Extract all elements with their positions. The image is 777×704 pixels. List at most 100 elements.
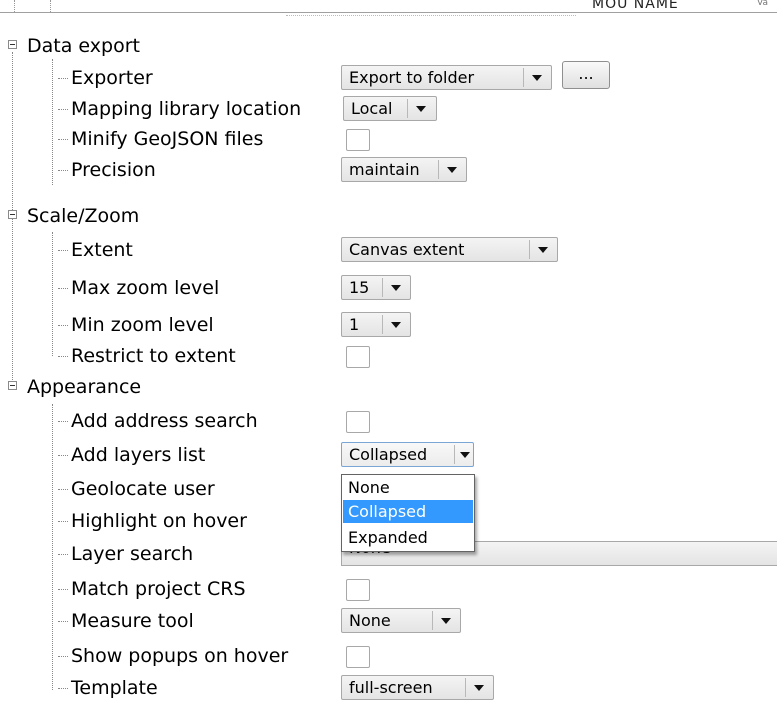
property-label: Match project CRS: [71, 578, 246, 600]
browse-button[interactable]: ...: [562, 61, 610, 89]
tree-item-minify-geojson[interactable]: Minify GeoJSON files: [0, 124, 777, 154]
dropdown-option-none[interactable]: None: [343, 476, 473, 499]
property-label: Layer search: [71, 543, 194, 565]
tree-item-mapping-library-location[interactable]: Mapping library location Local: [0, 94, 777, 124]
combo-separator: [432, 611, 433, 630]
tree-item-template[interactable]: Template full-screen: [0, 673, 777, 703]
popups-hover-checkbox[interactable]: [346, 646, 370, 668]
tree-item-address-search[interactable]: Add address search: [0, 406, 777, 436]
tree-item-exporter[interactable]: Exporter Export to folder ...: [0, 61, 777, 93]
chevron-down-icon[interactable]: [385, 313, 405, 336]
tree-branch: [58, 250, 68, 251]
column-header-value[interactable]: Va: [757, 0, 768, 8]
match-crs-checkbox[interactable]: [346, 579, 370, 601]
max-zoom-combo[interactable]: 15: [341, 275, 411, 300]
tree-item-min-zoom[interactable]: Min zoom level 1: [0, 310, 777, 340]
combo-separator: [529, 240, 530, 259]
collapse-icon[interactable]: [8, 381, 17, 390]
tree-branch: [58, 78, 68, 79]
property-label: Mapping library location: [71, 98, 302, 120]
combo-value: maintain: [349, 160, 420, 179]
property-label: Precision: [71, 159, 156, 181]
group-label: Appearance: [27, 376, 142, 398]
mapping-library-combo[interactable]: Local: [343, 96, 437, 121]
chevron-down-icon[interactable]: [410, 97, 430, 120]
chevron-down-icon[interactable]: [385, 276, 405, 299]
extent-combo[interactable]: Canvas extent: [341, 237, 558, 262]
tree-branch: [58, 356, 68, 357]
combo-value: full-screen: [349, 678, 433, 697]
measure-tool-combo[interactable]: None: [341, 608, 461, 633]
chevron-down-icon[interactable]: [526, 66, 546, 89]
layers-list-dropdown[interactable]: None Collapsed Expanded: [341, 474, 475, 552]
exporter-combo[interactable]: Export to folder: [341, 65, 552, 90]
combo-value: Local: [351, 99, 393, 118]
chevron-down-icon[interactable]: [468, 676, 488, 699]
template-combo[interactable]: full-screen: [341, 675, 494, 700]
property-label: Template: [71, 677, 158, 699]
chevron-down-icon[interactable]: [435, 609, 455, 632]
tree-branch: [58, 325, 68, 326]
tree-group-data-export[interactable]: Data export: [0, 31, 777, 61]
property-label: Add address search: [71, 410, 258, 432]
header-divider: [0, 12, 777, 13]
address-search-checkbox[interactable]: [346, 411, 370, 433]
tree-branch: [58, 288, 68, 289]
group-label: Data export: [27, 35, 140, 57]
property-label: Highlight on hover: [71, 510, 247, 532]
property-label: Minify GeoJSON files: [71, 128, 264, 150]
combo-separator: [438, 160, 439, 179]
tree-item-measure-tool[interactable]: Measure tool None: [0, 606, 777, 636]
restrict-extent-checkbox[interactable]: [346, 346, 370, 368]
property-label: Min zoom level: [71, 314, 214, 336]
splitter-handle[interactable]: [286, 15, 576, 18]
property-label: Restrict to extent: [71, 345, 236, 367]
dropdown-option-expanded[interactable]: Expanded: [343, 526, 473, 549]
combo-value: 15: [349, 278, 370, 297]
chevron-down-icon[interactable]: [441, 158, 461, 181]
property-label: Show popups on hover: [71, 645, 289, 667]
precision-combo[interactable]: maintain: [341, 157, 467, 182]
column-grip: [50, 0, 52, 12]
tree-branch: [58, 170, 68, 171]
property-label: Max zoom level: [71, 277, 220, 299]
combo-separator: [523, 68, 524, 87]
tree-item-extent[interactable]: Extent Canvas extent: [0, 235, 777, 265]
property-label: Geolocate user: [71, 478, 215, 500]
tree-item-match-crs[interactable]: Match project CRS: [0, 574, 777, 604]
tree-item-precision[interactable]: Precision maintain: [0, 155, 777, 185]
tree-branch: [58, 455, 68, 456]
min-zoom-combo[interactable]: 1: [341, 312, 411, 337]
chevron-down-icon[interactable]: [454, 443, 474, 466]
tree-group-appearance[interactable]: Appearance: [0, 372, 777, 402]
combo-separator: [382, 315, 383, 334]
property-label: Add layers list: [71, 444, 206, 466]
tree-item-popups-hover[interactable]: Show popups on hover: [0, 641, 777, 671]
collapse-icon[interactable]: [8, 210, 17, 219]
column-grip: [14, 0, 16, 12]
combo-separator: [465, 678, 466, 697]
tree-branch: [58, 688, 68, 689]
dropdown-option-collapsed[interactable]: Collapsed: [343, 500, 473, 523]
header-bar: MOU NAME Va: [0, 0, 777, 18]
tree-item-max-zoom[interactable]: Max zoom level 15: [0, 273, 777, 303]
tree-group-scale-zoom[interactable]: Scale/Zoom: [0, 201, 777, 231]
collapse-icon[interactable]: [8, 40, 17, 49]
property-label: Measure tool: [71, 610, 194, 632]
combo-value: Export to folder: [349, 68, 475, 87]
tree-item-layers-list[interactable]: Add layers list Collapsed: [0, 440, 777, 470]
combo-value: Canvas extent: [349, 240, 465, 259]
tree-branch: [58, 139, 68, 140]
combo-value: None: [349, 611, 391, 630]
chevron-down-icon[interactable]: [532, 238, 552, 261]
tree-branch: [58, 656, 68, 657]
combo-value: 1: [349, 315, 360, 334]
tree-branch: [58, 489, 68, 490]
tree-branch: [58, 554, 68, 555]
combo-separator: [407, 99, 408, 118]
column-header-name[interactable]: MOU NAME: [592, 0, 679, 12]
layers-list-combo[interactable]: Collapsed: [341, 442, 474, 467]
minify-geojson-checkbox[interactable]: [346, 129, 370, 151]
tree-item-restrict-extent[interactable]: Restrict to extent: [0, 341, 777, 371]
tree-branch: [58, 521, 68, 522]
